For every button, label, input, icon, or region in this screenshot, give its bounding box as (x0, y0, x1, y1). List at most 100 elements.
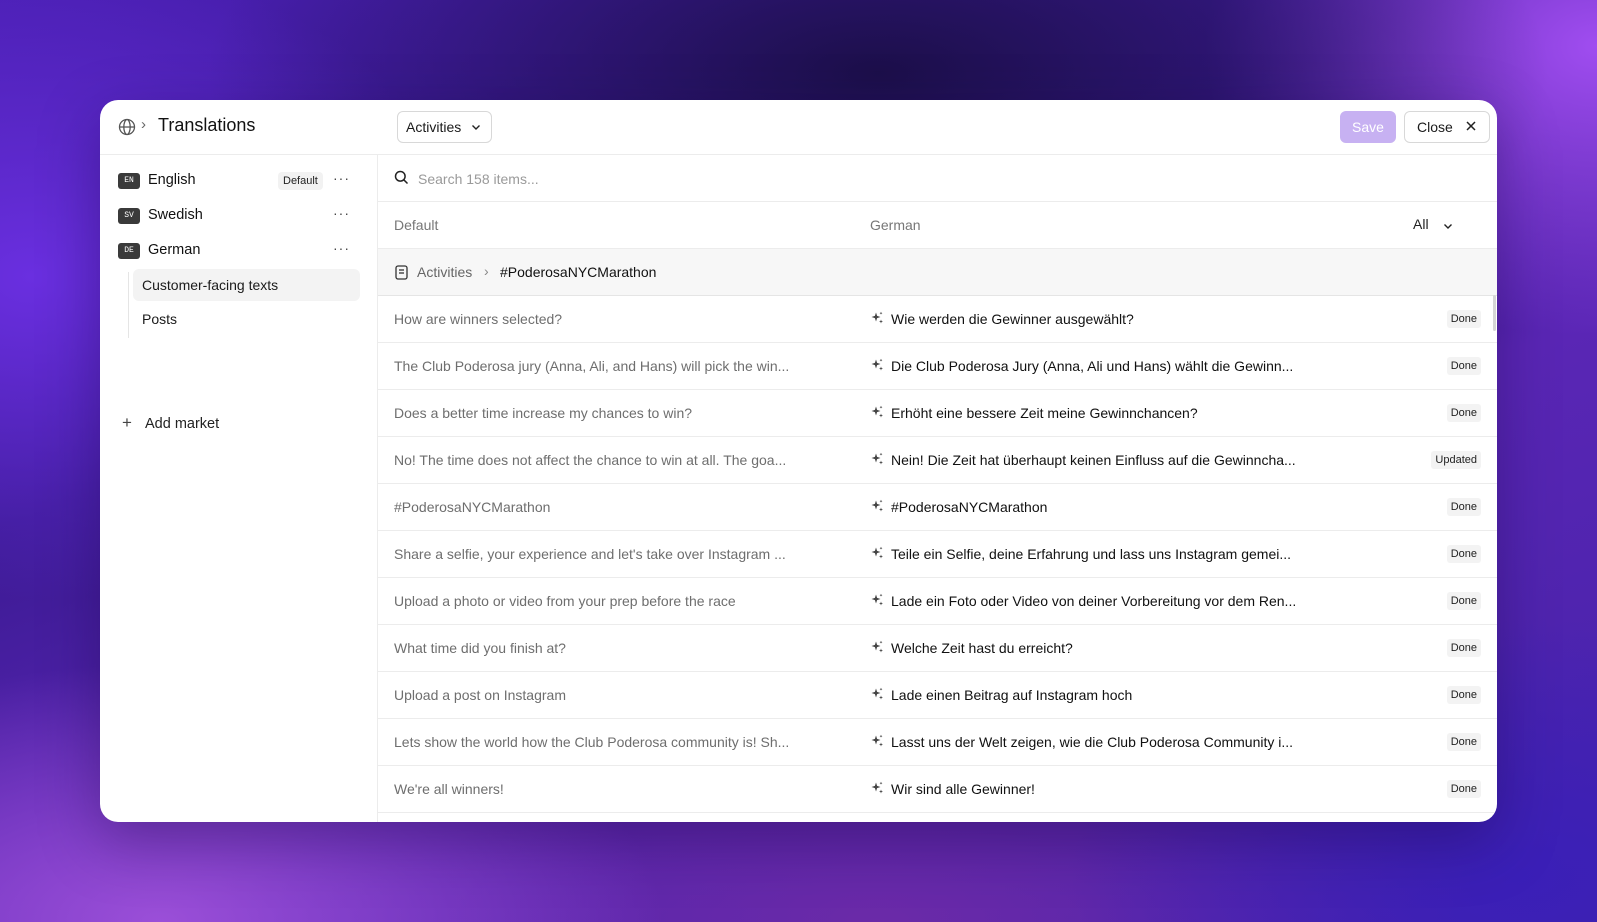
status-badge: Done (1446, 639, 1481, 657)
add-market-button[interactable]: + Add market (122, 413, 219, 433)
language-code-badge: SV (118, 208, 140, 224)
translations-window: › Translations Activities Save Close EN … (100, 100, 1497, 822)
table-row[interactable]: We're all winners! Wir sind alle Gewinner… (378, 766, 1497, 813)
status-badge: Done (1446, 310, 1481, 328)
tree-guide-line (128, 272, 129, 338)
table-row[interactable]: Lets show the world how the Club Poderos… (378, 719, 1497, 766)
save-button[interactable]: Save (1340, 111, 1396, 143)
chevron-right-icon: › (484, 263, 489, 279)
search-icon (394, 170, 409, 185)
translated-text[interactable]: Lasst uns der Welt zeigen, wie die Club … (891, 734, 1293, 750)
status-badge: Done (1446, 545, 1481, 563)
source-text: #PoderosaNYCMarathon (394, 499, 551, 515)
translated-text[interactable]: #PoderosaNYCMarathon (891, 499, 1047, 515)
language-code-badge: DE (118, 243, 140, 259)
status-filter-select[interactable]: All (1413, 216, 1452, 232)
source-text: Upload a post on Instagram (394, 687, 566, 703)
translated-text[interactable]: Wie werden die Gewinner ausgewählt? (891, 311, 1134, 327)
source-text: We're all winners! (394, 781, 504, 797)
globe-icon[interactable] (117, 117, 137, 137)
chevron-right-icon: › (141, 116, 146, 133)
default-badge: Default (278, 172, 323, 190)
translated-text[interactable]: Teile ein Selfie, deine Erfahrung und la… (891, 546, 1291, 562)
ai-sparkle-icon (870, 640, 884, 659)
source-text: The Club Poderosa jury (Anna, Ali, and H… (394, 358, 790, 374)
sidebar-item-swedish[interactable]: SV Swedish ··· (118, 204, 358, 228)
ai-sparkle-icon (870, 311, 884, 330)
source-text: No! The time does not affect the chance … (394, 452, 787, 468)
ai-sparkle-icon (870, 405, 884, 424)
translated-text[interactable]: Welche Zeit hast du erreicht? (891, 640, 1073, 656)
language-name: English (148, 172, 196, 188)
column-header-german: German (870, 217, 921, 233)
ai-sparkle-icon (870, 687, 884, 706)
sidebar-item-german[interactable]: DE German ··· (118, 239, 358, 263)
document-icon (395, 265, 408, 280)
sidebar-item-customer-facing-texts[interactable]: Customer-facing texts (133, 269, 360, 301)
status-badge: Done (1446, 357, 1481, 375)
chevron-down-icon (1444, 224, 1452, 229)
ai-sparkle-icon (870, 734, 884, 753)
table-row[interactable]: How are winners selected? Wie werden die … (378, 296, 1497, 343)
table-row[interactable]: No! The time does not affect the chance … (378, 437, 1497, 484)
source-text: Does a better time increase my chances t… (394, 405, 693, 421)
more-options-icon[interactable]: ··· (333, 240, 350, 256)
more-options-icon[interactable]: ··· (333, 170, 350, 186)
table-row[interactable]: What time did you finish at? Welche Zeit … (378, 625, 1497, 672)
page-title: Translations (158, 115, 256, 135)
ai-sparkle-icon (870, 452, 884, 471)
scrollbar[interactable] (1493, 295, 1496, 331)
column-header-default: Default (394, 217, 439, 233)
status-badge: Done (1446, 686, 1481, 704)
table-row[interactable]: Share a selfie, your experience and let'… (378, 531, 1497, 578)
sidebar: EN English Default ··· SV Swedish ··· DE… (100, 155, 378, 822)
sidebar-item-posts[interactable]: Posts (133, 303, 360, 335)
category-select[interactable]: Activities (397, 111, 493, 143)
search-bar (378, 155, 1497, 202)
chevron-down-icon (472, 125, 481, 130)
ai-sparkle-icon (870, 781, 884, 800)
translated-text[interactable]: Wir sind alle Gewinner! (891, 781, 1035, 797)
search-input[interactable] (416, 167, 1020, 191)
group-breadcrumb: Activities › #PoderosaNYCMarathon (378, 249, 1497, 296)
translated-text[interactable]: Lade einen Beitrag auf Instagram hoch (891, 687, 1132, 703)
source-text: Lets show the world how the Club Poderos… (394, 734, 790, 750)
sidebar-item-label: Customer-facing texts (142, 277, 279, 293)
close-button[interactable]: Close (1404, 111, 1490, 143)
status-badge: Done (1446, 498, 1481, 516)
status-badge: Done (1446, 733, 1481, 751)
translations-table: Default German All Activities › #Poderos… (378, 155, 1497, 822)
close-icon (1466, 121, 1476, 131)
column-header-row: Default German All (378, 202, 1497, 249)
source-text: What time did you finish at? (394, 640, 566, 656)
breadcrumb-parent[interactable]: Activities (417, 264, 472, 280)
ai-sparkle-icon (870, 358, 884, 377)
translated-text[interactable]: Lade ein Foto oder Video von deiner Vorb… (891, 593, 1296, 609)
translated-text[interactable]: Erhöht eine bessere Zeit meine Gewinncha… (891, 405, 1198, 421)
status-badge: Done (1446, 592, 1481, 610)
language-name: Swedish (148, 207, 203, 223)
header-bar: › Translations Activities Save Close (100, 100, 1497, 155)
sidebar-item-english[interactable]: EN English Default ··· (118, 169, 358, 193)
translated-text[interactable]: Nein! Die Zeit hat überhaupt keinen Einf… (891, 452, 1296, 468)
status-badge: Done (1446, 404, 1481, 422)
add-market-label: Add market (145, 416, 220, 432)
source-text: Upload a photo or video from your prep b… (394, 593, 736, 609)
table-row[interactable]: Upload a post on Instagram Lade einen Bei… (378, 672, 1497, 719)
status-badge: Done (1446, 780, 1481, 798)
plus-icon: + (122, 413, 132, 432)
source-text: How are winners selected? (394, 311, 563, 327)
language-code-badge: EN (118, 173, 140, 189)
ai-sparkle-icon (870, 546, 884, 565)
close-button-label: Close (1417, 119, 1453, 135)
more-options-icon[interactable]: ··· (333, 205, 350, 221)
table-row[interactable]: #PoderosaNYCMarathon #PoderosaNYCMarathon… (378, 484, 1497, 531)
table-body: How are winners selected? Wie werden die … (378, 296, 1497, 813)
translated-text[interactable]: Die Club Poderosa Jury (Anna, Ali und Ha… (891, 358, 1293, 374)
table-row[interactable]: The Club Poderosa jury (Anna, Ali, and H… (378, 343, 1497, 390)
table-row[interactable]: Does a better time increase my chances t… (378, 390, 1497, 437)
table-row[interactable]: Upload a photo or video from your prep b… (378, 578, 1497, 625)
language-name: German (148, 242, 201, 258)
category-select-label: Activities (406, 119, 462, 135)
status-badge: Updated (1431, 451, 1481, 469)
